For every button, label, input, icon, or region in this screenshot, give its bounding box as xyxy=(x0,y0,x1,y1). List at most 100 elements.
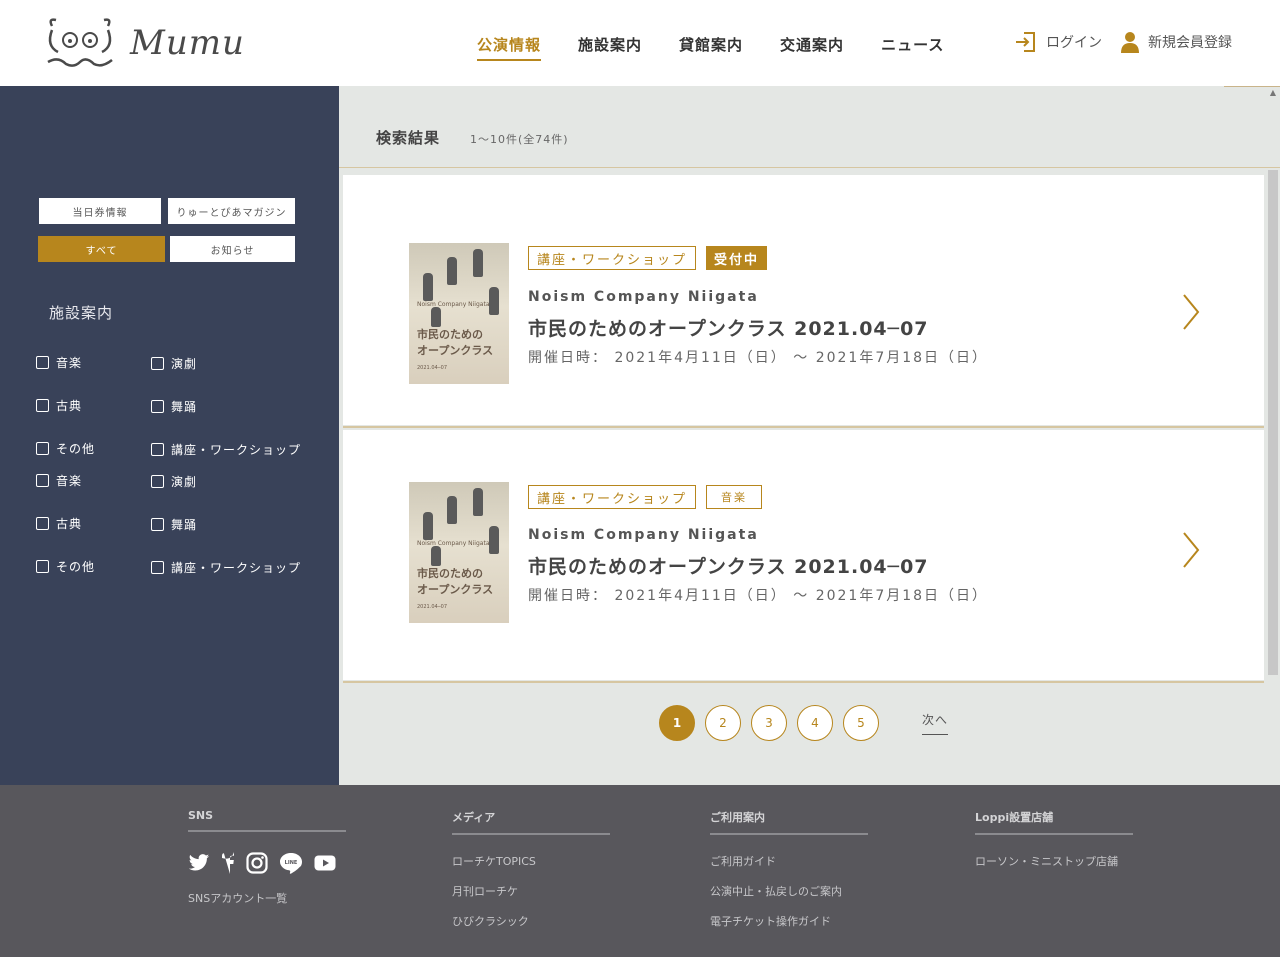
checkbox-label: 講座・ワークショップ xyxy=(171,443,302,457)
checkbox-classic[interactable]: 古典 xyxy=(36,397,82,414)
event-date: 開催日時： 2021年4月11日（日） 〜 2021年7月18日（日） xyxy=(528,588,989,604)
page-button-4[interactable]: 4 xyxy=(797,705,833,741)
footer-heading: メディア xyxy=(452,809,610,835)
footer-link[interactable]: 月刊ローチケ xyxy=(452,883,610,899)
footer-link[interactable]: 電子チケット操作ガイド xyxy=(710,913,868,929)
checkbox-label: 音楽 xyxy=(56,356,83,370)
checkbox-box[interactable] xyxy=(36,442,49,455)
checkbox-box[interactable] xyxy=(36,560,49,573)
chevron-right-icon[interactable] xyxy=(1181,292,1201,332)
nav-access-guide[interactable]: 交通案内 xyxy=(780,34,844,61)
register-link[interactable]: 新規会員登録 xyxy=(1120,31,1232,53)
line-icon[interactable]: LINE xyxy=(279,852,303,874)
next-page-link[interactable]: 次へ xyxy=(922,711,949,735)
thumb-date: 2021.04─07 xyxy=(417,365,448,371)
checkbox-dance[interactable]: 舞踊 xyxy=(151,516,197,533)
checkbox-box[interactable] xyxy=(151,475,164,488)
checkbox-other[interactable]: その他 xyxy=(36,440,95,457)
genre-tag: 音楽 xyxy=(706,485,763,509)
scroll-up-icon[interactable]: ▲ xyxy=(1270,88,1276,97)
checkbox-box[interactable] xyxy=(36,517,49,530)
page-button-5[interactable]: 5 xyxy=(843,705,879,741)
footer-link[interactable]: ひびクラシック xyxy=(452,913,610,929)
checkbox-label: 古典 xyxy=(56,399,83,413)
footer-heading: Loppi設置店舗 xyxy=(975,809,1133,835)
event-thumbnail: Noism Company Niigata 市民のための オープンクラス 202… xyxy=(409,243,509,384)
footer-link[interactable]: ご利用ガイド xyxy=(710,853,868,869)
checkbox-box[interactable] xyxy=(151,561,164,574)
chevron-right-icon[interactable] xyxy=(1181,530,1201,570)
checkbox-workshop[interactable]: 講座・ワークショップ xyxy=(151,559,301,576)
card-divider xyxy=(343,426,1264,428)
results-title: 検索結果 xyxy=(376,129,441,147)
page-button-1[interactable]: 1 xyxy=(659,705,695,741)
sns-icons: LINE xyxy=(188,852,346,874)
checkbox-label: 講座・ワークショップ xyxy=(171,561,302,575)
event-card[interactable]: Noism Company Niigata 市民のための オープンクラス 202… xyxy=(343,430,1264,683)
checkbox-box[interactable] xyxy=(36,399,49,412)
thumb-title: 市民のための オープンクラス xyxy=(417,328,494,357)
event-tags: 講座・ワークショップ 受付中 xyxy=(528,246,768,270)
checkbox-box[interactable] xyxy=(151,357,164,370)
checkbox-box[interactable] xyxy=(36,474,49,487)
checkbox-box[interactable] xyxy=(151,443,164,456)
site-logo[interactable]: Mumu xyxy=(44,16,245,70)
event-tags: 講座・ワークショップ 音楽 xyxy=(528,485,763,509)
pagination: 1 2 3 4 5 次へ xyxy=(659,705,949,741)
facility-heading: 施設案内 xyxy=(49,304,114,322)
checkbox-box[interactable] xyxy=(36,356,49,369)
magazine-button[interactable]: りゅーとぴあマガジン xyxy=(168,198,295,224)
all-filter-button[interactable]: すべて xyxy=(38,236,165,262)
checkbox-box[interactable] xyxy=(151,518,164,531)
page-button-3[interactable]: 3 xyxy=(751,705,787,741)
login-label: ログイン xyxy=(1046,35,1102,51)
site-header: Mumu 公演情報 施設案内 貸館案内 交通案内 ニュース ログイン 新規会員登… xyxy=(0,0,1280,86)
status-badge: 受付中 xyxy=(706,246,768,270)
thumb-title: 市民のための オープンクラス xyxy=(417,567,494,596)
nav-rental-guide[interactable]: 貸館案内 xyxy=(679,34,743,61)
footer-link[interactable]: ローソン・ミニストップ店舗 xyxy=(975,853,1133,869)
page-button-2[interactable]: 2 xyxy=(705,705,741,741)
checkbox-classic[interactable]: 古典 xyxy=(36,515,82,532)
svg-text:LINE: LINE xyxy=(285,860,298,866)
checkbox-music[interactable]: 音楽 xyxy=(36,472,82,489)
checkbox-label: 古典 xyxy=(56,517,83,531)
twitter-icon[interactable] xyxy=(188,853,210,873)
footer-link[interactable]: ローチケTOPICS xyxy=(452,853,610,869)
nav-news[interactable]: ニュース xyxy=(881,34,944,61)
checkbox-drama[interactable]: 演劇 xyxy=(151,355,197,372)
logo-text: Mumu xyxy=(130,23,245,63)
checkbox-label: 演劇 xyxy=(171,357,198,371)
nav-performance-info[interactable]: 公演情報 xyxy=(477,34,542,61)
facebook-icon[interactable] xyxy=(221,852,235,874)
results-header: 検索結果 1〜10件(全74件) xyxy=(376,127,569,148)
checkbox-workshop[interactable]: 講座・ワークショップ xyxy=(151,441,301,458)
login-link[interactable]: ログイン xyxy=(1014,30,1102,54)
checkbox-label: 演劇 xyxy=(171,475,198,489)
nav-facility-guide[interactable]: 施設案内 xyxy=(578,34,642,61)
scrollbar[interactable] xyxy=(1268,170,1278,675)
top-divider xyxy=(1224,86,1280,87)
checkbox-other[interactable]: その他 xyxy=(36,558,95,575)
card-divider xyxy=(343,681,1264,683)
event-card[interactable]: Noism Company Niigata 市民のための オープンクラス 202… xyxy=(343,175,1264,428)
today-ticket-button[interactable]: 当日券情報 xyxy=(39,198,161,224)
checkbox-dance[interactable]: 舞踊 xyxy=(151,398,197,415)
youtube-icon[interactable] xyxy=(314,855,336,871)
instagram-icon[interactable] xyxy=(246,852,268,874)
checkbox-music[interactable]: 音楽 xyxy=(36,354,82,371)
user-icon xyxy=(1121,32,1139,53)
login-icon xyxy=(1016,32,1035,52)
results-divider xyxy=(339,167,1280,168)
results-count: 1〜10件(全74件) xyxy=(470,133,569,146)
footer-loppi: Loppi設置店舗 ローソン・ミニストップ店舗 xyxy=(975,809,1133,869)
sns-accounts-link[interactable]: SNSアカウント一覧 xyxy=(188,890,346,906)
footer-link[interactable]: 公演中止・払戻しのご案内 xyxy=(710,883,868,899)
notice-filter-button[interactable]: お知らせ xyxy=(170,236,295,262)
site-footer: SNS LINE SNSアカウント一覧 メディア ローチケTOPICS 月刊ロー… xyxy=(0,785,1280,957)
thumb-date: 2021.04─07 xyxy=(417,604,448,610)
checkbox-drama[interactable]: 演劇 xyxy=(151,473,197,490)
checkbox-label: その他 xyxy=(56,560,96,574)
footer-heading: SNS xyxy=(188,809,346,832)
checkbox-box[interactable] xyxy=(151,400,164,413)
